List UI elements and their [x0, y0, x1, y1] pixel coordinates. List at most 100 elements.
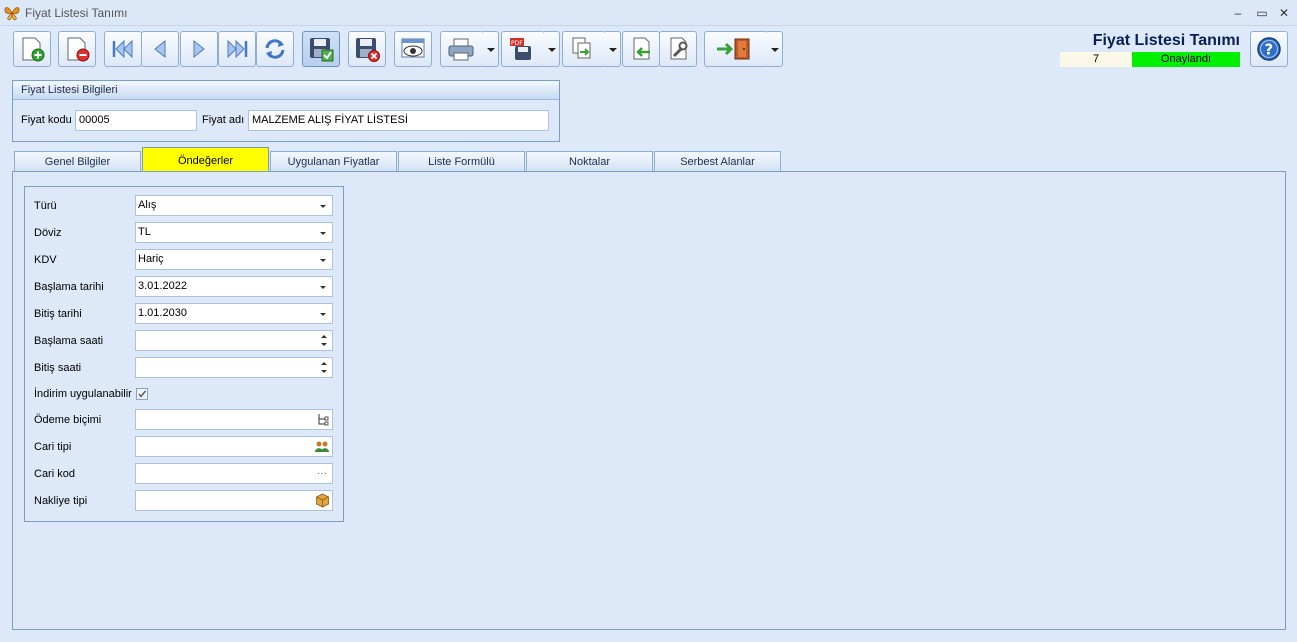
- chevron-down-icon: [320, 205, 326, 208]
- account-type-label: Cari tipi: [34, 441, 72, 453]
- payment-method-field[interactable]: [135, 409, 333, 430]
- exit-dropdown-button[interactable]: [767, 31, 783, 67]
- delete-record-button[interactable]: [58, 31, 96, 67]
- print-button[interactable]: [440, 31, 484, 67]
- status-badge: Onaylandı: [1132, 52, 1240, 67]
- last-record-button[interactable]: [218, 31, 256, 67]
- next-record-button[interactable]: [180, 31, 218, 67]
- shipping-type-label: Nakliye tipi: [34, 495, 88, 507]
- account-code-label: Cari kod: [34, 468, 75, 480]
- pdf-export-dropdown-button[interactable]: [544, 31, 560, 67]
- save-cancel-button[interactable]: [348, 31, 386, 67]
- previous-record-icon: [154, 39, 166, 59]
- spin-up-icon[interactable]: [321, 335, 327, 338]
- spin-down-icon[interactable]: [321, 370, 327, 373]
- shipping-type-field[interactable]: [135, 490, 333, 511]
- help-button[interactable]: ?: [1250, 31, 1288, 67]
- end-date-picker[interactable]: 1.01.2030: [135, 303, 333, 324]
- delete-document-icon: [67, 37, 90, 62]
- end-date-label: Bitiş tarihi: [34, 308, 82, 320]
- refresh-icon: [265, 39, 285, 59]
- start-date-picker[interactable]: 3.01.2022: [135, 276, 333, 297]
- record-number: 7: [1060, 52, 1132, 67]
- spin-up-icon[interactable]: [321, 362, 327, 365]
- import-document-icon: [633, 37, 650, 60]
- preview-icon: [401, 38, 425, 58]
- copy-document-icon: [572, 37, 591, 59]
- type-label: Türü: [34, 200, 57, 212]
- tab-applied-prices[interactable]: Uygulanan Fiyatlar: [270, 151, 397, 172]
- form-title: Fiyat Listesi Tanımı: [1092, 32, 1240, 49]
- end-time-spinner[interactable]: [135, 357, 333, 378]
- svg-text:PDF: PDF: [511, 40, 523, 47]
- vat-value: Hariç: [138, 253, 164, 265]
- start-time-label: Başlama saati: [34, 335, 104, 347]
- price-name-field[interactable]: MALZEME ALIŞ FİYAT LİSTESİ: [248, 110, 549, 131]
- tree-list-icon[interactable]: [316, 412, 330, 427]
- first-record-icon: [112, 39, 133, 59]
- help-icon: ?: [1257, 37, 1281, 61]
- svg-text:?: ?: [1265, 41, 1274, 59]
- group-title: Fiyat Listesi Bilgileri: [13, 81, 559, 100]
- save-cancel-icon: [356, 38, 380, 62]
- import-document-button[interactable]: [622, 31, 660, 67]
- type-select[interactable]: Alış: [135, 195, 333, 216]
- price-code-label: Fiyat kodu: [21, 114, 72, 126]
- vat-label: KDV: [34, 254, 57, 266]
- last-record-icon: [227, 39, 248, 59]
- account-type-field[interactable]: [135, 436, 333, 457]
- spin-down-icon[interactable]: [321, 343, 327, 346]
- currency-label: Döviz: [34, 227, 62, 239]
- copy-document-dropdown-button[interactable]: [605, 31, 621, 67]
- start-time-spinner[interactable]: [135, 330, 333, 351]
- users-group-icon[interactable]: [314, 439, 330, 454]
- minimize-button[interactable]: ‒: [1228, 4, 1248, 22]
- pdf-export-button[interactable]: PDF: [501, 31, 545, 67]
- bottom-strip: [0, 632, 1297, 642]
- start-date-value: 3.01.2022: [138, 280, 187, 292]
- chevron-down-icon: [320, 232, 326, 235]
- currency-select[interactable]: TL: [135, 222, 333, 243]
- window-title: Fiyat Listesi Tanımı: [25, 6, 128, 20]
- close-button[interactable]: ✕: [1274, 4, 1294, 22]
- exit-door-icon: [717, 38, 750, 60]
- currency-value: TL: [138, 226, 151, 238]
- tab-defaults[interactable]: Öndeğerler: [142, 147, 269, 172]
- previous-record-button[interactable]: [141, 31, 179, 67]
- maximize-button[interactable]: ▭: [1252, 4, 1272, 22]
- chevron-down-icon: [320, 259, 326, 262]
- exit-button[interactable]: [704, 31, 768, 67]
- end-date-value: 1.01.2030: [138, 307, 187, 319]
- refresh-button[interactable]: [256, 31, 294, 67]
- butterfly-app-icon: [4, 7, 20, 21]
- first-record-button[interactable]: [104, 31, 142, 67]
- save-approve-button[interactable]: [302, 31, 340, 67]
- package-icon[interactable]: [315, 493, 330, 508]
- preview-button[interactable]: [394, 31, 432, 67]
- checkmark-icon: [138, 390, 147, 398]
- type-value: Alış: [138, 199, 157, 211]
- end-time-label: Bitiş saati: [34, 362, 82, 374]
- tab-points[interactable]: Noktalar: [526, 151, 653, 172]
- discount-checkbox[interactable]: [136, 388, 148, 400]
- settings-wrench-icon: [670, 37, 688, 60]
- new-document-icon: [22, 37, 45, 62]
- chevron-down-icon: [320, 286, 326, 289]
- account-code-field[interactable]: ···: [135, 463, 333, 484]
- print-dropdown-button[interactable]: [483, 31, 499, 67]
- payment-method-label: Ödeme biçimi: [34, 414, 102, 426]
- price-code-field[interactable]: 00005: [75, 110, 197, 131]
- tab-general-info[interactable]: Genel Bilgiler: [14, 151, 141, 172]
- new-record-button[interactable]: [13, 31, 51, 67]
- discount-label: İndirim uygulanabilir: [34, 388, 132, 400]
- copy-document-button[interactable]: [562, 31, 606, 67]
- price-name-label: Fiyat adı: [202, 114, 245, 126]
- ellipsis-button[interactable]: ···: [317, 464, 327, 483]
- chevron-down-icon: [320, 313, 326, 316]
- tab-list-formula[interactable]: Liste Formülü: [398, 151, 525, 172]
- settings-button[interactable]: [659, 31, 697, 67]
- next-record-icon: [193, 39, 205, 59]
- vat-select[interactable]: Hariç: [135, 249, 333, 270]
- tab-free-fields[interactable]: Serbest Alanlar: [654, 151, 781, 172]
- save-approve-icon: [310, 38, 334, 62]
